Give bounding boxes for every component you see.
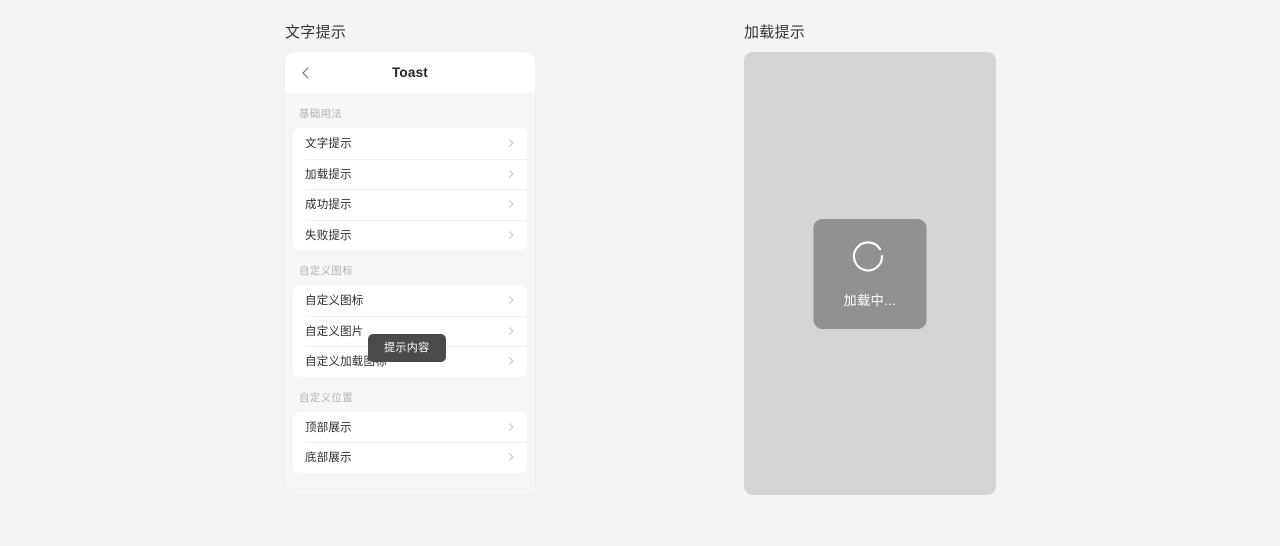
list-item[interactable]: 顶部展示 <box>293 411 527 442</box>
list-card: 文字提示 加载提示 成功提示 失败提示 <box>293 128 527 250</box>
list-item[interactable]: 加载提示 <box>293 158 527 189</box>
list-item-label: 底部展示 <box>305 452 352 465</box>
group-custom-position: 自定义位置 顶部展示 底部展示 <box>285 377 535 473</box>
group-basic-usage: 基础用法 文字提示 加载提示 成功提示 失败提示 <box>285 93 535 250</box>
list-item-label: 顶部展示 <box>305 421 352 434</box>
list-card: 自定义图标 自定义图片 自定义加载图标 <box>293 285 527 377</box>
phone-frame-toast: Toast 基础用法 文字提示 加载提示 成功提示 失败提示 自定义图标 自定义… <box>285 52 535 495</box>
panel-loading-toast: 加载提示 加载中... <box>744 22 996 495</box>
list-item-label: 加载提示 <box>305 168 352 181</box>
group-title: 自定义位置 <box>299 391 353 404</box>
list-item[interactable]: 失败提示 <box>293 219 527 250</box>
chevron-right-icon <box>505 138 516 149</box>
list-item-label: 成功提示 <box>305 199 352 212</box>
chevron-left-icon[interactable] <box>297 64 315 82</box>
group-title: 自定义图标 <box>299 265 353 277</box>
list-item[interactable]: 成功提示 <box>293 189 527 220</box>
panel-text-toast: 文字提示 Toast 基础用法 文字提示 加载提示 成功提示 失败提示 自定义图… <box>285 22 535 495</box>
chevron-right-icon <box>505 229 516 240</box>
list-item-label: 文字提示 <box>305 138 352 151</box>
list-item-label: 自定义图标 <box>305 295 364 308</box>
chevron-right-icon <box>505 325 516 336</box>
chevron-right-icon <box>505 168 516 179</box>
loading-mask-overlay: 加载中... <box>744 52 996 495</box>
group-title: 基础用法 <box>299 108 343 120</box>
panel-title-text-toast: 文字提示 <box>285 24 347 41</box>
chevron-right-icon <box>505 356 516 367</box>
list-item-label: 失败提示 <box>305 229 352 242</box>
list-item[interactable]: 底部展示 <box>293 442 527 473</box>
list-item[interactable]: 文字提示 <box>293 128 527 159</box>
chevron-right-icon <box>505 452 516 463</box>
list-item[interactable]: 自定义图标 <box>293 285 527 316</box>
phone-header: Toast <box>285 52 535 93</box>
list-card: 顶部展示 底部展示 <box>293 411 527 473</box>
phone-body: 基础用法 文字提示 加载提示 成功提示 失败提示 自定义图标 自定义图标 自定义… <box>285 93 535 495</box>
panel-title-loading-toast: 加载提示 <box>744 24 806 41</box>
toast-message-bubble: 提示内容 <box>368 334 446 362</box>
loading-toast-box: 加载中... <box>813 218 927 329</box>
chevron-right-icon <box>505 421 516 432</box>
chevron-right-icon <box>505 295 516 306</box>
loading-text: 加载中... <box>843 292 897 308</box>
loading-spinner-icon <box>849 239 891 281</box>
page-title: Toast <box>391 65 428 80</box>
chevron-right-icon <box>505 199 516 210</box>
